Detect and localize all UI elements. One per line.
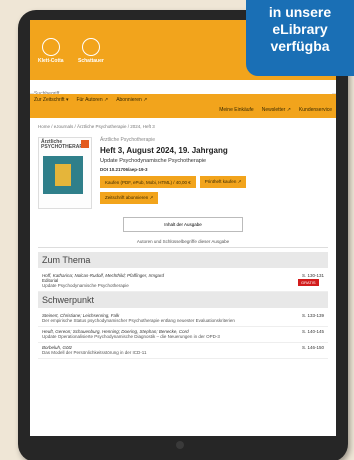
nav-zeitschrift[interactable]: Zur Zeitschrift ▾	[34, 97, 68, 103]
breadcrumb[interactable]: Home / eJournals / Ärztliche Psychothera…	[38, 124, 328, 129]
banner-line-3: verfügba	[270, 38, 330, 54]
nav-kundenservice[interactable]: Kundenservice	[299, 107, 332, 113]
article-text: Borbeluh, Götz Das Modell der Persönlich…	[42, 345, 146, 355]
issue-doi: DOI 10.21706/aep-19-3	[100, 167, 148, 172]
article-title[interactable]: Das Modell der Persönlichkeitsstörung in…	[42, 350, 146, 355]
article-entry[interactable]: Heuft, Gereon; Schauenburg, Henning; Doe…	[38, 327, 328, 343]
article-title[interactable]: Update Operationalisierte Psychodynamisc…	[42, 334, 220, 339]
main-nav: Zur Zeitschrift ▾ Für Autoren ↗ Abonnier…	[30, 94, 336, 118]
banner-line-1: in unsere	[268, 4, 332, 20]
article-text: Heuft, Gereon; Schauenburg, Henning; Doe…	[42, 329, 220, 339]
nav-secondary: Meine Einkäufe Newsletter ↗ Kundenservic…	[219, 107, 332, 113]
schattauer-logo[interactable]: Schattauer	[78, 38, 104, 64]
issue-header: Ärztliche PSYCHOTHERAPIE Ärztliche Psych…	[38, 137, 328, 209]
logo1-label: Klett-Cotta	[38, 58, 64, 64]
banner-line-2: eLibrary	[272, 21, 328, 37]
issue-cover: Ärztliche PSYCHOTHERAPIE	[38, 137, 92, 209]
nav-einkaeufe[interactable]: Meine Einkäufe	[219, 107, 253, 113]
issue-subtitle: Update Psychodynamische Psychotherapie	[100, 158, 207, 164]
cover-illustration	[43, 156, 83, 194]
subscribe-button[interactable]: Zeitschrift abonnieren ↗	[100, 192, 159, 204]
nav-primary: Zur Zeitschrift ▾ Für Autoren ↗ Abonnier…	[34, 97, 147, 103]
nav-autoren[interactable]: Für Autoren ↗	[76, 97, 108, 103]
nav-newsletter[interactable]: Newsletter ↗	[262, 107, 291, 113]
keywords-link[interactable]: Autoren und Schlüsselbegriffe dieser Aus…	[38, 236, 328, 248]
search-bar	[30, 80, 336, 99]
main-content: Home / eJournals / Ärztliche Psychothera…	[30, 118, 336, 365]
issue-info: Ärztliche Psychotherapie Heft 3, August …	[100, 137, 247, 209]
article-entry[interactable]: Borbeluh, Götz Das Modell der Persönlich…	[38, 343, 328, 359]
toc-button[interactable]: Inhalt der Ausgabe	[123, 217, 243, 232]
promo-banner[interactable]: in unsere eLibrary verfügba	[246, 0, 354, 76]
schattauer-icon	[81, 38, 100, 56]
article-subtitle: Update Psychodynamische Psychotherapie	[42, 283, 129, 288]
section-heading: Zum Thema	[38, 252, 328, 268]
article-pages: S. 140-145	[301, 329, 324, 334]
logo2-label: Schattauer	[78, 58, 104, 64]
article-pages: S. 146-150	[301, 345, 324, 350]
issue-title: Heft 3, August 2024, 19. Jahrgang	[100, 146, 228, 155]
article-text: Hoff, Katharina; Nolcas-Rudolf, Mechthil…	[42, 273, 164, 288]
tablet-screen: Klett-Cotta Schattauer Zur Zeitschrift ▾…	[30, 20, 336, 436]
griffin-icon	[41, 38, 60, 56]
nav-abonnieren[interactable]: Abonnieren ↗	[116, 97, 147, 103]
home-button	[176, 441, 184, 449]
article-authors: Hoff, Katharina; Nolcas-Rudolf, Mechthil…	[42, 273, 165, 278]
section-heading: Schwerpunkt	[38, 292, 328, 308]
article-entry[interactable]: Hoff, Katharina; Nolcas-Rudolf, Mechthil…	[38, 271, 328, 292]
klett-cotta-logo[interactable]: Klett-Cotta	[38, 38, 64, 64]
buy-button[interactable]: Kaufen (PDF, ePub, Mobi, HTML) / 40,00 €	[100, 176, 196, 188]
purchase-buttons: Kaufen (PDF, ePub, Mobi, HTML) / 40,00 €…	[100, 176, 247, 188]
article-pages: S. 133-139	[301, 313, 324, 318]
journal-name: Ärztliche Psychotherapie	[100, 137, 156, 143]
article-entry[interactable]: Steinert, Christiane; Leichsenring, Falk…	[38, 311, 328, 327]
article-text: Steinert, Christiane; Leichsenring, Falk…	[42, 313, 235, 323]
free-badge: GRATIS	[297, 279, 319, 286]
print-button[interactable]: Printheft kaufen ↗	[199, 176, 247, 188]
article-pages: S. 130-131	[301, 273, 324, 278]
article-meta: S. 130-131 GRATIS	[297, 273, 324, 288]
cover-badge	[81, 140, 89, 148]
article-title[interactable]: Der empirische Status psychodynamischer …	[42, 318, 235, 323]
